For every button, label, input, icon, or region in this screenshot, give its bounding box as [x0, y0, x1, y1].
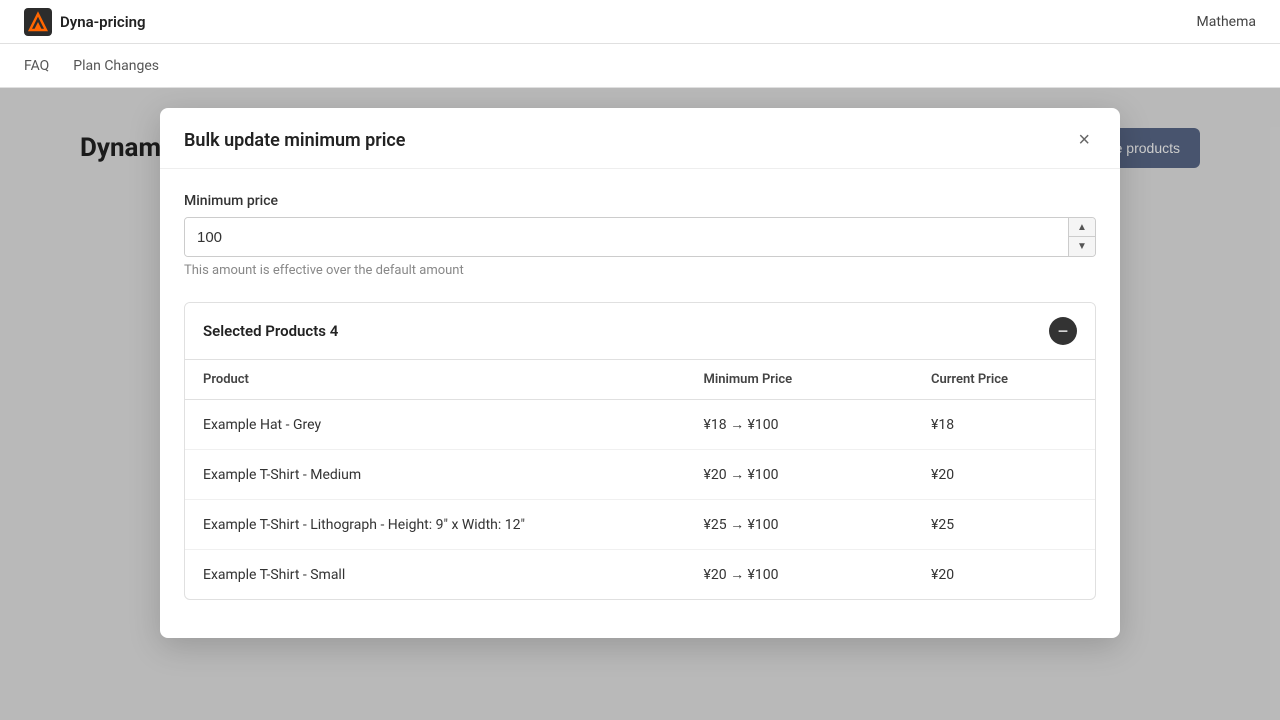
collapse-button[interactable]: −	[1049, 317, 1077, 345]
modal-overlay: Bulk update minimum price × Minimum pric…	[0, 88, 1280, 720]
cell-product: Example T-Shirt - Small	[185, 550, 686, 600]
cell-min-price: ¥20 → ¥100	[686, 550, 914, 600]
selected-products-title: Selected Products 4	[203, 322, 338, 340]
cell-min-price: ¥25 → ¥100	[686, 500, 914, 550]
cell-current-price: ¥20	[913, 550, 1095, 600]
cell-current-price: ¥20	[913, 450, 1095, 500]
page-content: Dynamic Pricing MAIN TOP PAGE Add / Upda…	[0, 88, 1280, 720]
spinner-buttons: ▲ ▼	[1068, 218, 1095, 256]
modal: Bulk update minimum price × Minimum pric…	[160, 108, 1120, 638]
selected-products-header: Selected Products 4 −	[185, 303, 1095, 360]
brand: Dyna-pricing	[24, 8, 146, 36]
table-head: Product Minimum Price Current Price	[185, 360, 1095, 400]
cell-current-price: ¥25	[913, 500, 1095, 550]
nav-link-plan-changes[interactable]: Plan Changes	[73, 58, 159, 74]
minimum-price-label: Minimum price	[184, 193, 1096, 209]
cell-product: Example T-Shirt - Medium	[185, 450, 686, 500]
modal-close-button[interactable]: ×	[1072, 128, 1096, 152]
topbar: Dyna-pricing Mathema	[0, 0, 1280, 44]
table-row: Example T-Shirt - Small¥20 → ¥100¥20	[185, 550, 1095, 600]
minimum-price-input-wrapper: ▲ ▼	[184, 217, 1096, 257]
products-table: Product Minimum Price Current Price Exam…	[185, 360, 1095, 599]
table-header-row: Product Minimum Price Current Price	[185, 360, 1095, 400]
modal-title: Bulk update minimum price	[184, 130, 405, 151]
cell-product: Example Hat - Grey	[185, 400, 686, 450]
col-header-current-price: Current Price	[913, 360, 1095, 400]
table-row: Example Hat - Grey¥18 → ¥100¥18	[185, 400, 1095, 450]
table-row: Example T-Shirt - Medium¥20 → ¥100¥20	[185, 450, 1095, 500]
spinner-down-button[interactable]: ▼	[1069, 237, 1095, 256]
modal-body: Minimum price ▲ ▼ This amount is effecti…	[160, 169, 1120, 624]
selected-products-section: Selected Products 4 − Product Minimum Pr…	[184, 302, 1096, 600]
col-header-product: Product	[185, 360, 686, 400]
col-header-min-price: Minimum Price	[686, 360, 914, 400]
cell-product: Example T-Shirt - Lithograph - Height: 9…	[185, 500, 686, 550]
cell-min-price: ¥18 → ¥100	[686, 400, 914, 450]
table-body: Example Hat - Grey¥18 → ¥100¥18Example T…	[185, 400, 1095, 600]
navbar: FAQ Plan Changes	[0, 44, 1280, 88]
field-hint: This amount is effective over the defaul…	[184, 263, 1096, 278]
brand-icon	[24, 8, 52, 36]
brand-name: Dyna-pricing	[60, 13, 146, 31]
cell-current-price: ¥18	[913, 400, 1095, 450]
user-name: Mathema	[1197, 14, 1256, 30]
table-row: Example T-Shirt - Lithograph - Height: 9…	[185, 500, 1095, 550]
modal-header: Bulk update minimum price ×	[160, 108, 1120, 169]
minus-icon: −	[1058, 322, 1069, 340]
spinner-up-button[interactable]: ▲	[1069, 218, 1095, 237]
nav-link-faq[interactable]: FAQ	[24, 58, 49, 74]
minimum-price-input[interactable]	[185, 218, 1068, 256]
cell-min-price: ¥20 → ¥100	[686, 450, 914, 500]
